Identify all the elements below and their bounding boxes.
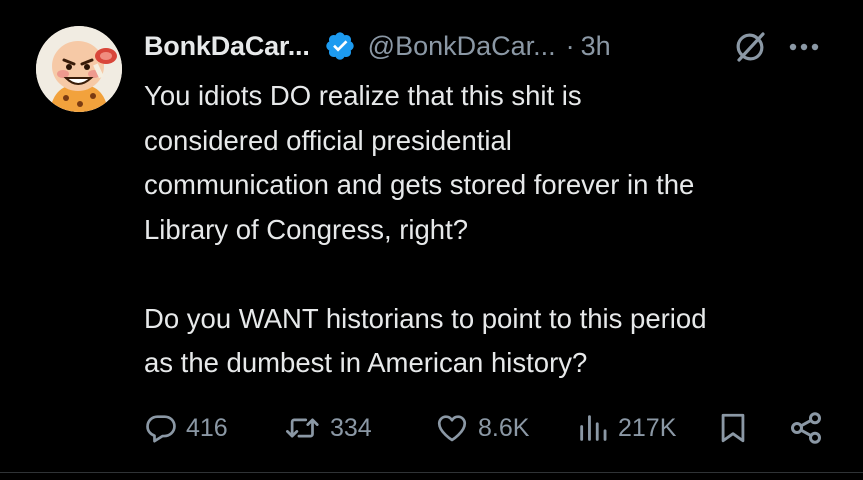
grok-icon[interactable] (733, 30, 767, 64)
bookmark-icon (716, 410, 750, 446)
reply-button[interactable]: 416 (144, 404, 228, 452)
display-name[interactable]: BonkDaCar... (144, 31, 310, 62)
reply-icon (144, 411, 178, 445)
tweet[interactable]: BonkDaCar... @BonkDaCar... · 3h You idio… (0, 0, 863, 480)
divider (0, 472, 863, 473)
bookmark-button[interactable] (716, 404, 750, 452)
repost-button[interactable]: 334 (284, 404, 372, 452)
separator-dot: · (565, 30, 575, 61)
share-icon (788, 410, 824, 446)
repost-count: 334 (330, 413, 372, 442)
views-button[interactable]: 217K (576, 404, 676, 452)
like-button[interactable]: 8.6K (434, 404, 529, 452)
more-icon[interactable] (786, 34, 822, 60)
timestamp[interactable]: 3h (581, 31, 611, 62)
repost-icon (284, 411, 322, 445)
like-count: 8.6K (478, 413, 530, 442)
verified-badge-icon[interactable] (324, 30, 356, 62)
views-count: 217K (618, 413, 677, 442)
reply-count: 416 (186, 413, 228, 442)
share-button[interactable] (788, 404, 824, 452)
avatar[interactable] (36, 26, 122, 112)
handle[interactable]: @BonkDaCar... (368, 31, 556, 62)
heart-icon (434, 411, 470, 445)
action-bar: 416 334 8.6K 217K (144, 404, 834, 452)
tweet-header: BonkDaCar... @BonkDaCar... · 3h (144, 26, 611, 66)
cartoon-bonk-avatar-image (36, 26, 122, 112)
tweet-text: You idiots DO realize that this shit is … (144, 80, 707, 378)
views-icon (576, 411, 610, 445)
